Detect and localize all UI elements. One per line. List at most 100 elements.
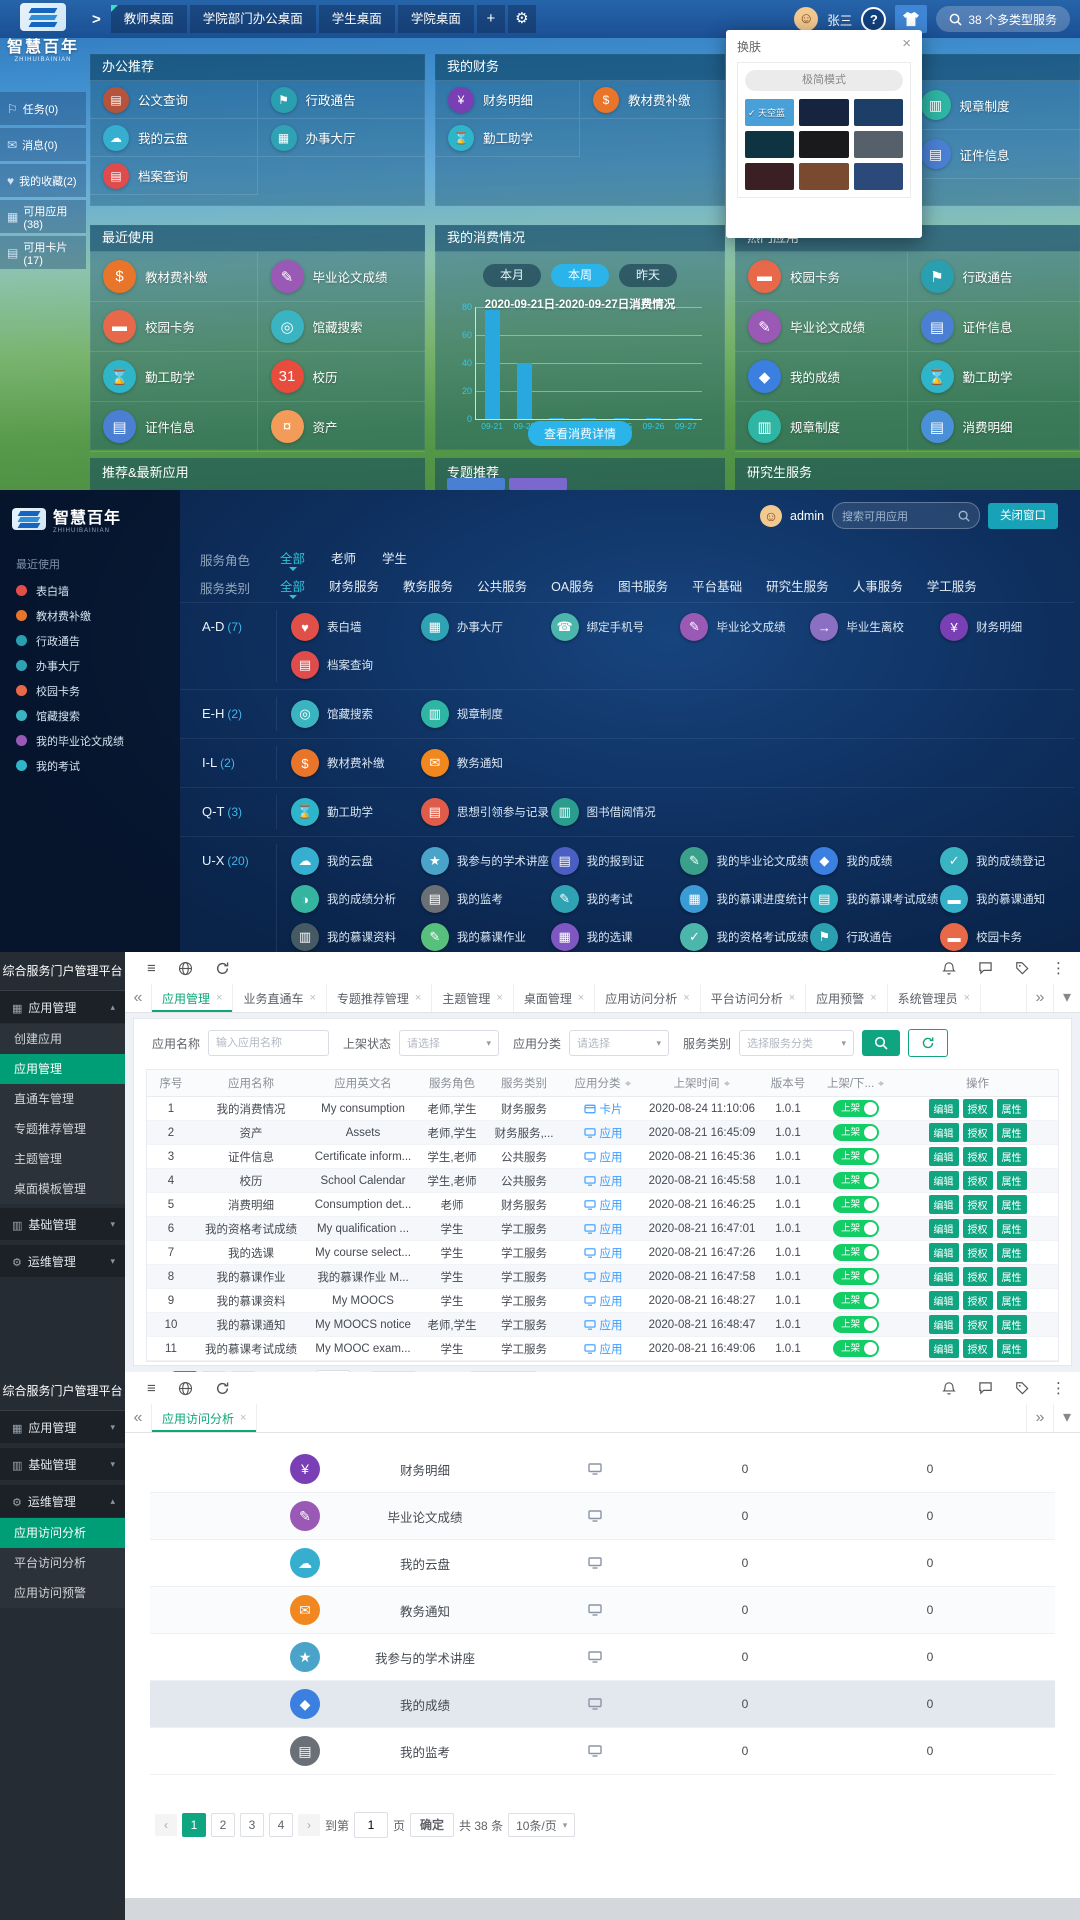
- table-row[interactable]: 9 我的慕课资料 My MOOCS 学生 学工服务 应用 2: [147, 1289, 1058, 1313]
- publish-toggle[interactable]: 上架: [833, 1124, 879, 1141]
- recent-app-item[interactable]: 表白墙: [0, 578, 180, 603]
- publish-toggle[interactable]: 上架: [833, 1268, 879, 1285]
- category-filter-option[interactable]: 人事服务: [853, 576, 903, 599]
- app-item[interactable]: ▤我的报到证: [551, 846, 681, 876]
- edit-button[interactable]: 编辑: [929, 1147, 959, 1166]
- theme-tile[interactable]: [745, 163, 794, 190]
- tabs-back-icon[interactable]: «: [125, 1404, 152, 1432]
- recent-app-item[interactable]: 教材费补缴: [0, 603, 180, 628]
- theme-tile[interactable]: ✓ 天空蓝: [745, 99, 794, 126]
- table-row[interactable]: 4 校历 School Calendar 学生,老师 公共服务 应用: [147, 1169, 1058, 1193]
- app-item[interactable]: ⚑行政通告: [908, 252, 1080, 302]
- desktop-tab[interactable]: 学生桌面: [319, 5, 395, 33]
- app-item[interactable]: ✎我的毕业论文成绩: [680, 846, 810, 876]
- workspace-tab[interactable]: 主题管理×: [432, 984, 513, 1012]
- refresh-icon[interactable]: [215, 1381, 230, 1396]
- edit-button[interactable]: 编辑: [929, 1339, 959, 1358]
- recent-app-item[interactable]: 校园卡务: [0, 678, 180, 703]
- tabs-forward-icon[interactable]: »: [1026, 984, 1053, 1012]
- authorize-button[interactable]: 授权: [963, 1171, 993, 1190]
- refresh-button[interactable]: [908, 1029, 948, 1057]
- publish-toggle[interactable]: 上架: [833, 1340, 879, 1357]
- hall-search-input[interactable]: 搜索可用应用: [832, 502, 980, 529]
- app-item[interactable]: ♥表白墙: [291, 612, 421, 642]
- role-filter-option[interactable]: 老师: [331, 548, 356, 571]
- range-filter-button[interactable]: 本周: [551, 264, 609, 287]
- property-button[interactable]: 属性: [997, 1267, 1027, 1286]
- role-filter-option[interactable]: 学生: [382, 548, 407, 571]
- tab-close-icon[interactable]: ×: [415, 992, 421, 1004]
- edit-button[interactable]: 编辑: [929, 1315, 959, 1334]
- edit-button[interactable]: 编辑: [929, 1123, 959, 1142]
- authorize-button[interactable]: 授权: [963, 1195, 993, 1214]
- app-item[interactable]: $教材费补缴: [90, 252, 258, 302]
- search-button[interactable]: [862, 1030, 900, 1056]
- submenu-item[interactable]: 专题推荐管理: [0, 1114, 125, 1144]
- app-item[interactable]: ▤我的监考: [421, 884, 551, 914]
- publish-toggle[interactable]: 上架: [833, 1244, 879, 1261]
- category-filter-option[interactable]: 教务服务: [403, 576, 453, 599]
- role-filter-option[interactable]: 全部: [280, 548, 305, 571]
- app-item[interactable]: ✎我的慕课作业: [421, 922, 551, 952]
- submenu-item[interactable]: 应用访问分析: [0, 1518, 125, 1548]
- authorize-button[interactable]: 授权: [963, 1267, 993, 1286]
- app-item[interactable]: ✓我的资格考试成绩: [680, 922, 810, 952]
- tab-close-icon[interactable]: ×: [309, 992, 315, 1004]
- app-item[interactable]: ▥我的慕课资料: [291, 922, 421, 952]
- publish-toggle[interactable]: 上架: [833, 1292, 879, 1309]
- app-item[interactable]: ◎馆藏搜索: [291, 699, 421, 729]
- publish-toggle[interactable]: 上架: [833, 1100, 879, 1117]
- app-item[interactable]: ⌛勤工助学: [908, 352, 1080, 402]
- theme-tile[interactable]: [854, 131, 903, 158]
- submenu-item[interactable]: 直通车管理: [0, 1084, 125, 1114]
- table-row[interactable]: 1 我的消费情况 My consumption 老师,学生 财务服务 卡片: [147, 1097, 1058, 1121]
- app-item[interactable]: ▤公文查询: [90, 81, 258, 119]
- category-filter-option[interactable]: 平台基础: [692, 576, 742, 599]
- collapse-arrow-icon[interactable]: >: [92, 11, 101, 28]
- authorize-button[interactable]: 授权: [963, 1099, 993, 1118]
- app-type-cell[interactable]: 应用: [563, 1173, 643, 1189]
- app-item[interactable]: ▤消费明细: [908, 402, 1080, 452]
- user-name[interactable]: admin: [790, 509, 824, 523]
- sidebar-item[interactable]: ▦可用应用(38): [0, 200, 86, 233]
- submenu-item[interactable]: 创建应用: [0, 1024, 125, 1054]
- tabs-menu-icon[interactable]: ▾: [1053, 984, 1080, 1012]
- add-desktop-button[interactable]: +: [477, 5, 505, 33]
- submenu-item[interactable]: 主题管理: [0, 1144, 125, 1174]
- workspace-tab[interactable]: 应用访问分析×: [595, 984, 700, 1012]
- page-size-select[interactable]: 10条/页▾: [508, 1813, 575, 1837]
- app-item[interactable]: ✎毕业论文成绩: [258, 252, 426, 302]
- page-number[interactable]: 4: [269, 1813, 293, 1837]
- table-row[interactable]: 6 我的资格考试成绩 My qualification ... 学生 学工服务 …: [147, 1217, 1058, 1241]
- table-row[interactable]: 8 我的慕课作业 我的慕课作业 M... 学生 学工服务 应用: [147, 1265, 1058, 1289]
- tab-close-icon[interactable]: ×: [870, 992, 876, 1004]
- app-item[interactable]: ⌛勤工助学: [291, 797, 421, 827]
- menu-ops-management[interactable]: ⚙运维管理 ▾: [0, 1245, 125, 1278]
- edit-button[interactable]: 编辑: [929, 1099, 959, 1118]
- app-type-cell[interactable]: 应用: [563, 1197, 643, 1213]
- topic-thumbnail[interactable]: [447, 478, 505, 490]
- theme-tile[interactable]: [854, 163, 903, 190]
- tab-close-icon[interactable]: ×: [496, 992, 502, 1004]
- app-item[interactable]: ▤证件信息: [908, 130, 1080, 179]
- app-type-cell[interactable]: 应用: [563, 1317, 643, 1333]
- app-item[interactable]: ◆我的成绩: [810, 846, 940, 876]
- app-item[interactable]: ▥规章制度: [735, 402, 908, 452]
- theme-tile[interactable]: [799, 163, 848, 190]
- theme-tile[interactable]: [854, 99, 903, 126]
- app-item[interactable]: ✓我的成绩登记: [940, 846, 1070, 876]
- menu-basic-management[interactable]: ▥基础管理 ▾: [0, 1448, 125, 1481]
- app-item[interactable]: ✉教务通知: [421, 748, 551, 778]
- edit-button[interactable]: 编辑: [929, 1291, 959, 1310]
- table-row[interactable]: 3 证件信息 Certificate inform... 学生,老师 公共服务 …: [147, 1145, 1058, 1169]
- bell-icon[interactable]: [942, 961, 956, 976]
- app-item[interactable]: ▥规章制度: [908, 81, 1080, 130]
- recent-app-item[interactable]: 办事大厅: [0, 653, 180, 678]
- table-row[interactable]: ▤ 我的监考 0 0: [150, 1728, 1055, 1775]
- more-dots-icon[interactable]: ⋮: [1051, 959, 1066, 977]
- app-item[interactable]: ▬校园卡务: [90, 302, 258, 352]
- tab-close-icon[interactable]: ×: [578, 992, 584, 1004]
- app-item[interactable]: ¥财务明细: [940, 612, 1070, 642]
- table-row[interactable]: 2 资产 Assets 老师,学生 财务服务,... 应用: [147, 1121, 1058, 1145]
- publish-toggle[interactable]: 上架: [833, 1316, 879, 1333]
